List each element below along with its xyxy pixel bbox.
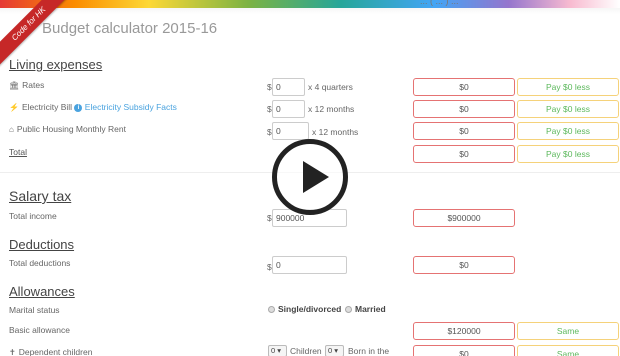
basic-allowance-compare: Same: [517, 322, 619, 340]
basic-allowance-label: Basic allowance: [9, 325, 70, 335]
rates-input[interactable]: 0: [272, 78, 305, 96]
rent-label: Public Housing Monthly Rent: [16, 124, 126, 134]
marital-married-label: Married: [355, 304, 386, 314]
electricity-compare: Pay $0 less: [517, 100, 619, 118]
electricity-result: $0: [413, 100, 515, 118]
bolt-icon: ⚡: [9, 103, 19, 112]
rates-label-row: 🏛 Rates: [9, 80, 44, 90]
rent-suffix: x 12 months: [312, 127, 359, 137]
living-total-result: $0: [413, 145, 515, 163]
dependent-children-label: Dependent children: [18, 347, 93, 356]
electricity-input[interactable]: 0: [272, 100, 305, 118]
radio-dot-icon: [345, 306, 352, 313]
top-snippet: ... ( ... ) ...: [420, 0, 459, 6]
rates-compare: Pay $0 less: [517, 78, 619, 96]
total-deductions-input[interactable]: 0: [272, 256, 347, 274]
children-count-select[interactable]: 0 ▾: [268, 345, 287, 356]
children-count-value: 0: [271, 346, 276, 355]
electricity-suffix: x 12 months: [308, 104, 355, 114]
born-count-select[interactable]: 0 ▾: [325, 345, 344, 356]
marital-single-label: Single/divorced: [278, 304, 342, 314]
born-count-value: 0: [328, 346, 333, 355]
page-title: Budget calculator 2015-16: [42, 20, 218, 37]
basic-allowance-result: $120000: [413, 322, 515, 340]
rent-label-row: ⌂ Public Housing Monthly Rent: [9, 124, 126, 134]
top-bar-shadow: [0, 8, 620, 14]
child-icon: ✝: [9, 348, 16, 356]
living-total-compare: Pay $0 less: [517, 145, 619, 163]
bank-icon: 🏛: [9, 81, 20, 90]
marital-status-label: Marital status: [9, 305, 60, 315]
rent-result: $0: [413, 122, 515, 140]
rent-input[interactable]: 0: [272, 122, 309, 140]
salary-tax-heading: Salary tax: [9, 188, 72, 204]
play-icon: [303, 161, 329, 193]
living-total-label: Total: [9, 147, 27, 157]
rent-compare: Pay $0 less: [517, 122, 619, 140]
video-play-button[interactable]: [272, 139, 348, 215]
deductions-heading: Deductions: [9, 237, 75, 252]
electricity-subsidy-link[interactable]: Electricity Subsidy Facts: [85, 102, 177, 112]
rainbow-bar: [0, 0, 620, 8]
total-income-label: Total income: [9, 211, 57, 221]
total-deductions-label: Total deductions: [9, 258, 71, 268]
electricity-label: Electricity Bill: [21, 102, 73, 112]
rates-suffix: x 4 quarters: [308, 82, 353, 92]
living-expenses-heading: Living expenses: [9, 57, 103, 72]
total-label-row: Total: [9, 147, 27, 157]
rates-label: Rates: [22, 80, 45, 90]
children-compare: Same: [517, 345, 619, 356]
electricity-label-row: ⚡ Electricity Bill i Electricity Subsidy …: [9, 102, 177, 112]
total-income-result: $900000: [413, 209, 515, 227]
children-result: $0: [413, 345, 515, 356]
marital-single-radio[interactable]: Single/divorced: [268, 304, 341, 314]
radio-dot-icon: [268, 306, 275, 313]
allowances-heading: Allowances: [9, 284, 75, 299]
children-label-row: ✝ Dependent children: [9, 347, 92, 356]
marital-married-radio[interactable]: Married: [345, 304, 386, 314]
home-icon: ⌂: [9, 125, 14, 134]
born-text: Born in the: [348, 346, 390, 356]
children-text: Children: [290, 346, 322, 356]
info-icon: i: [74, 104, 83, 112]
rates-result: $0: [413, 78, 515, 96]
total-deductions-result: $0: [413, 256, 515, 274]
